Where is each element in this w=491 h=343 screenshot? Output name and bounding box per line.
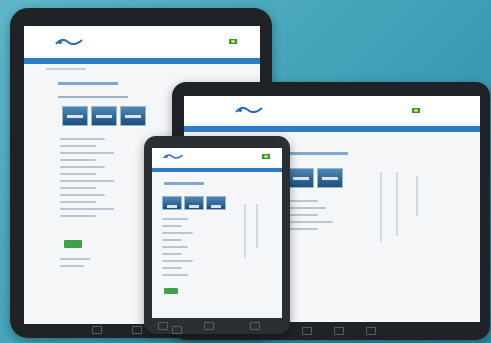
thumbnail-3[interactable] bbox=[120, 106, 146, 126]
main-nav-bar[interactable] bbox=[152, 168, 282, 172]
main-nav-bar[interactable] bbox=[24, 58, 260, 64]
main-nav-bar[interactable] bbox=[184, 126, 480, 132]
thumbnail-3[interactable] bbox=[206, 196, 226, 210]
image-thumbnails bbox=[288, 168, 343, 188]
tablet-system-nav bbox=[92, 326, 182, 334]
header-bar bbox=[24, 26, 260, 56]
page-title-bar bbox=[58, 82, 118, 85]
content-column-2 bbox=[396, 172, 398, 236]
page-title-bar bbox=[164, 182, 204, 185]
back-icon[interactable] bbox=[302, 327, 312, 335]
content-column-2 bbox=[256, 204, 258, 248]
brazil-flag-icon[interactable] bbox=[229, 39, 237, 44]
image-thumbnails bbox=[62, 106, 146, 126]
home-icon[interactable] bbox=[132, 326, 142, 334]
logo-icon bbox=[55, 38, 83, 46]
content-column-1 bbox=[380, 172, 382, 242]
back-icon[interactable] bbox=[92, 326, 102, 334]
text-lines bbox=[162, 218, 196, 281]
text-lines bbox=[288, 200, 338, 235]
brazil-flag-icon[interactable] bbox=[262, 154, 270, 159]
content-column-1 bbox=[244, 204, 246, 258]
laptop-system-nav bbox=[302, 327, 376, 335]
site-logo[interactable] bbox=[54, 36, 84, 48]
thumbnail-2[interactable] bbox=[317, 168, 343, 188]
thumbnail-2[interactable] bbox=[91, 106, 117, 126]
recent-apps-icon[interactable] bbox=[172, 326, 182, 334]
image-thumbnails bbox=[162, 196, 226, 210]
content-column-3 bbox=[416, 176, 418, 216]
home-icon[interactable] bbox=[204, 322, 214, 330]
header-bar bbox=[184, 96, 480, 122]
site-logo[interactable] bbox=[234, 104, 264, 116]
thumbnail-2[interactable] bbox=[184, 196, 204, 210]
text-lines bbox=[60, 138, 120, 222]
page-title-bar bbox=[288, 152, 348, 155]
submit-button[interactable] bbox=[64, 240, 82, 248]
site-logo[interactable] bbox=[162, 152, 184, 161]
phone-device bbox=[144, 136, 290, 334]
thumbnail-1[interactable] bbox=[162, 196, 182, 210]
header-bar bbox=[152, 148, 282, 166]
phone-screen bbox=[152, 148, 282, 318]
logo-icon bbox=[235, 106, 263, 114]
logo-icon bbox=[162, 154, 184, 159]
thumbnail-1[interactable] bbox=[62, 106, 88, 126]
breadcrumb-line bbox=[46, 68, 86, 70]
brazil-flag-icon[interactable] bbox=[412, 108, 420, 113]
thumbnail-1[interactable] bbox=[288, 168, 314, 188]
home-icon[interactable] bbox=[334, 327, 344, 335]
section-heading-bar bbox=[58, 96, 128, 98]
footer-lines bbox=[60, 258, 100, 272]
recent-apps-icon[interactable] bbox=[366, 327, 376, 335]
recent-apps-icon[interactable] bbox=[250, 322, 260, 330]
submit-button[interactable] bbox=[164, 288, 178, 294]
